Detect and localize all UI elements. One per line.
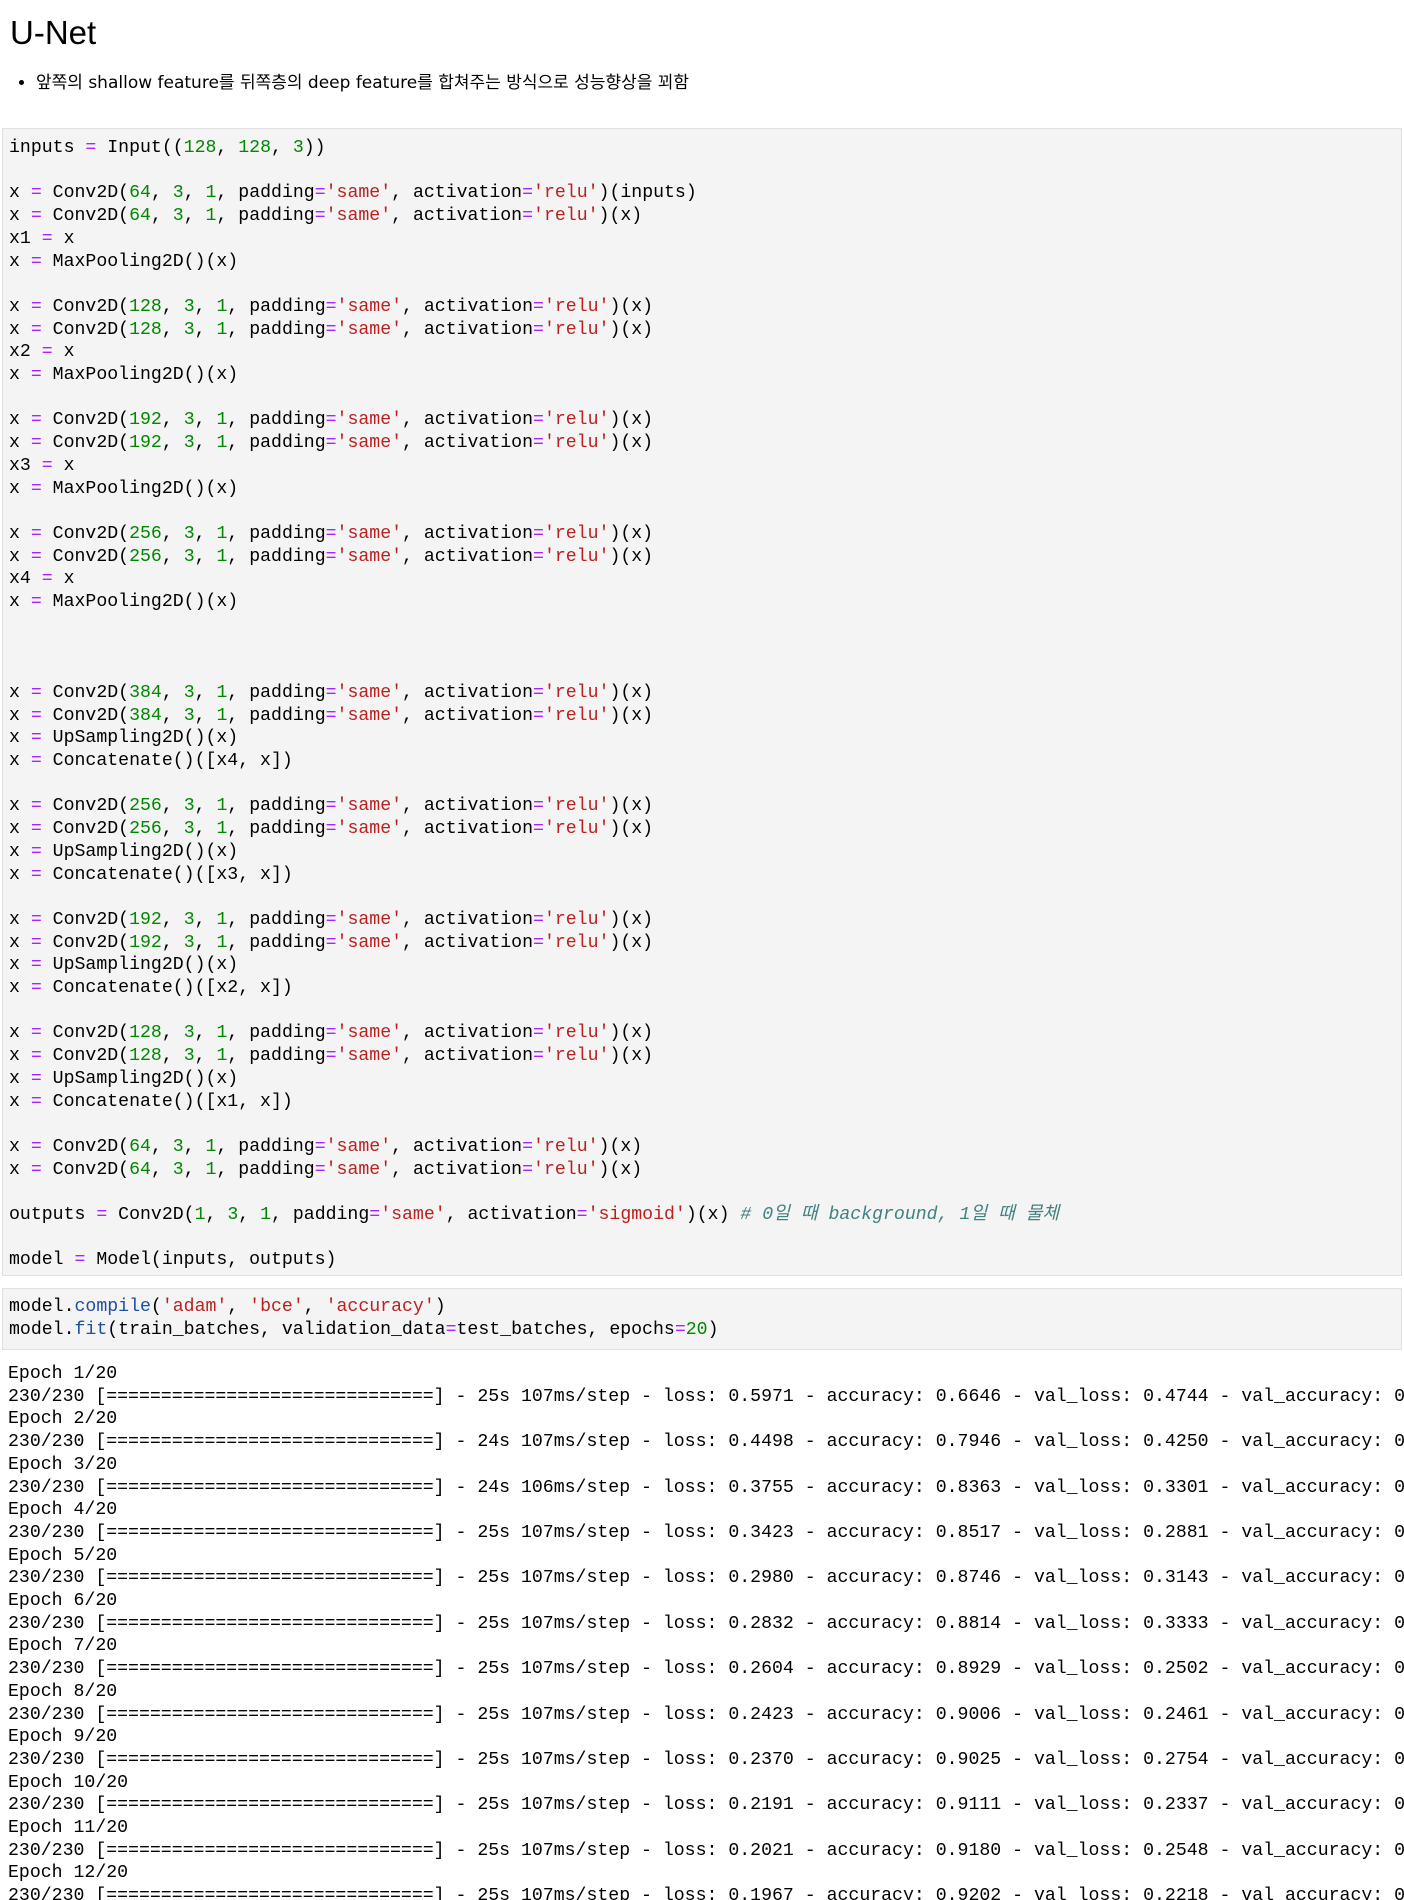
code-line: Epoch 4/20	[8, 1500, 118, 1521]
code-line: x = Conv2D(64, 3, 1, padding='same', act…	[9, 1159, 643, 1180]
code-line: 230/230 [==============================]…	[8, 1795, 1404, 1816]
code-line: x = Conv2D(256, 3, 1, padding='same', ac…	[9, 546, 654, 567]
code-line: x = Conv2D(64, 3, 1, padding='same', act…	[9, 1136, 643, 1157]
code-line: 230/230 [==============================]…	[8, 1840, 1404, 1861]
code-line: x = Conv2D(192, 3, 1, padding='same', ac…	[9, 410, 654, 431]
code-line: 230/230 [==============================]…	[8, 1886, 1404, 1900]
code-line: model.fit(train_batches, validation_data…	[9, 1319, 719, 1340]
code-line: Epoch 8/20	[8, 1681, 118, 1702]
code-line: x = UpSampling2D()(x)	[9, 841, 239, 862]
code-line: 230/230 [==============================]…	[8, 1749, 1404, 1770]
code-line: Epoch 10/20	[8, 1772, 129, 1793]
code-line: 230/230 [==============================]…	[8, 1386, 1404, 1407]
code-line: x = Conv2D(128, 3, 1, padding='same', ac…	[9, 1046, 654, 1067]
code-editor[interactable]: model.compile('adam', 'bce', 'accuracy')…	[3, 1289, 1401, 1341]
code-line: x = Concatenate()([x3, x])	[9, 864, 293, 885]
training-log: Epoch 1/20 230/230 [=====================…	[0, 1357, 1404, 1900]
heading: U-Net	[10, 14, 97, 51]
bullet-item: 앞쪽의 shallow feature를 뒤쪽층의 deep feature를 …	[36, 68, 689, 93]
code-line: x = Concatenate()([x4, x])	[9, 750, 293, 771]
code-line: x = Conv2D(192, 3, 1, padding='same', ac…	[9, 909, 654, 930]
code-line: x1 = x	[9, 228, 75, 249]
output-area: Epoch 1/20 230/230 [=====================…	[0, 1357, 1404, 1900]
code-line: 230/230 [==============================]…	[8, 1477, 1404, 1498]
code-line: Epoch 2/20	[8, 1409, 118, 1430]
code-line: x = Conv2D(256, 3, 1, padding='same', ac…	[9, 796, 654, 817]
code-line: x = Conv2D(192, 3, 1, padding='same', ac…	[9, 433, 654, 454]
code-line: x = Concatenate()([x2, x])	[9, 978, 293, 999]
code-cell-model[interactable]: inputs = Input((128, 128, 3)) x = Conv2D…	[2, 128, 1402, 1276]
code-cell-fit[interactable]: model.compile('adam', 'bce', 'accuracy')…	[2, 1288, 1402, 1350]
code-line: x = Conv2D(128, 3, 1, padding='same', ac…	[9, 319, 654, 340]
code-line: Epoch 12/20	[8, 1863, 129, 1884]
code-line: model.compile('adam', 'bce', 'accuracy')	[9, 1297, 446, 1317]
code-line: x3 = x	[9, 455, 75, 476]
code-line: x4 = x	[9, 569, 75, 590]
code-line: Epoch 6/20	[8, 1591, 118, 1612]
code-editor[interactable]: inputs = Input((128, 128, 3)) x = Conv2D…	[3, 129, 1401, 1272]
code-line: inputs = Input((128, 128, 3))	[9, 138, 326, 158]
code-line: x = UpSampling2D()(x)	[9, 955, 239, 976]
code-line: x = MaxPooling2D()(x)	[9, 251, 239, 272]
code-line: x = UpSampling2D()(x)	[9, 728, 239, 749]
code-line: x2 = x	[9, 342, 75, 363]
code-line: Epoch 1/20	[8, 1364, 118, 1384]
code-line: model = Model(inputs, outputs)	[9, 1250, 337, 1271]
code-line: 230/230 [==============================]…	[8, 1704, 1404, 1725]
code-line: x = MaxPooling2D()(x)	[9, 592, 239, 613]
code-line: x = Conv2D(384, 3, 1, padding='same', ac…	[9, 705, 654, 726]
code-line: x = Concatenate()([x1, x])	[9, 1091, 293, 1112]
code-line: Epoch 5/20	[8, 1545, 118, 1566]
code-line: Epoch 9/20	[8, 1727, 118, 1748]
code-line: x = Conv2D(64, 3, 1, padding='same', act…	[9, 206, 643, 227]
code-line: x = Conv2D(64, 3, 1, padding='same', act…	[9, 183, 697, 204]
code-line: 230/230 [==============================]…	[8, 1568, 1404, 1589]
code-line: x = MaxPooling2D()(x)	[9, 478, 239, 499]
code-line: x = UpSampling2D()(x)	[9, 1068, 239, 1089]
code-line: 230/230 [==============================]…	[8, 1659, 1404, 1680]
code-line: x = Conv2D(192, 3, 1, padding='same', ac…	[9, 932, 654, 953]
code-line: x = Conv2D(128, 3, 1, padding='same', ac…	[9, 1023, 654, 1044]
code-line: 230/230 [==============================]…	[8, 1613, 1404, 1634]
code-line: 230/230 [==============================]…	[8, 1432, 1404, 1453]
code-line: outputs = Conv2D(1, 3, 1, padding='same'…	[9, 1205, 1060, 1226]
code-line: 230/230 [==============================]…	[8, 1522, 1404, 1543]
code-line: x = MaxPooling2D()(x)	[9, 365, 239, 386]
bullet-list: 앞쪽의 shallow feature를 뒤쪽층의 deep feature를 …	[10, 68, 689, 93]
code-line: Epoch 7/20	[8, 1636, 118, 1657]
code-line: x = Conv2D(128, 3, 1, padding='same', ac…	[9, 296, 654, 317]
code-line: x = Conv2D(384, 3, 1, padding='same', ac…	[9, 682, 654, 703]
code-line: x = Conv2D(256, 3, 1, padding='same', ac…	[9, 523, 654, 544]
code-line: Epoch 3/20	[8, 1454, 118, 1475]
code-line: Epoch 11/20	[8, 1818, 129, 1839]
code-line: x = Conv2D(256, 3, 1, padding='same', ac…	[9, 819, 654, 840]
